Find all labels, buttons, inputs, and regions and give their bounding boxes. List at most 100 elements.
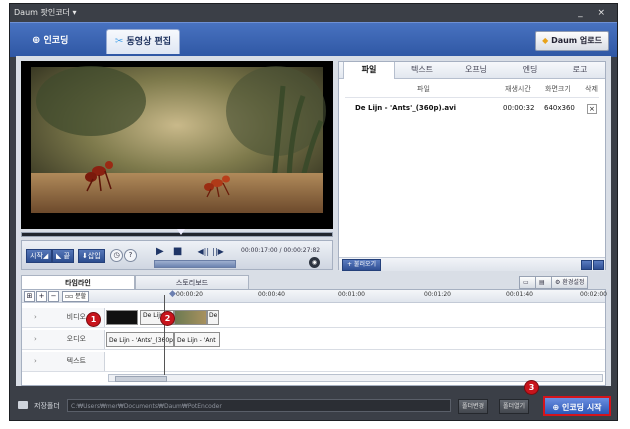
window-title: Daum 팟인코더 ▾: [14, 8, 77, 17]
status-bar: 저장폴더 C:₩Users₩mer₩Documents₩Daum₩PotEnco…: [10, 392, 617, 420]
seek-bar[interactable]: [21, 229, 333, 237]
col-file: 파일: [417, 85, 430, 93]
step-marker-1: 1: [86, 312, 101, 327]
settings-button[interactable]: ⚙ 환경설정: [551, 276, 589, 289]
tab-ending[interactable]: 엔딩: [505, 62, 555, 78]
tab-opening[interactable]: 오프닝: [451, 62, 501, 78]
audio-track-label[interactable]: › 오디오: [22, 330, 105, 349]
tab-logo[interactable]: 로고: [555, 62, 605, 78]
open-folder-button[interactable]: 폴더열기: [499, 399, 530, 414]
video-preview[interactable]: [21, 61, 333, 229]
ruler-tick: 00:00:40: [258, 291, 285, 298]
clip-name: De: [209, 312, 218, 319]
gear-icon: ⚙: [555, 279, 561, 286]
preview-frame: [21, 61, 333, 229]
col-size: 화면크기: [545, 85, 571, 93]
time-display: 00:00:17:00 / 00:00:27:82: [241, 247, 320, 254]
save-path-field[interactable]: C:₩Users₩mer₩Documents₩Daum₩PotEncoder: [67, 399, 451, 412]
text-track-label[interactable]: › 텍스트: [22, 352, 105, 371]
file-list-header: 파일 재생시간 화면크기 삭제: [345, 84, 599, 98]
stop-icon[interactable]: ■: [173, 246, 182, 257]
upload-icon: ◆: [542, 36, 549, 45]
expand-icon: ›: [34, 335, 37, 343]
file-duration: 00:00:32: [503, 104, 535, 112]
set-start-button[interactable]: 시작◢: [26, 249, 53, 263]
volume-icon[interactable]: ◉: [309, 257, 320, 268]
tab-video-edit[interactable]: ✂ 동영상 편집: [106, 29, 181, 54]
step-marker-2: 2: [160, 311, 175, 326]
delete-icon[interactable]: ×: [587, 104, 597, 114]
zoom-out-icon[interactable]: −: [48, 291, 59, 302]
editor-area: 시작◢ ◣ 끝 ⬇삽입 ◷ ? ▶ ■ ◀|| ||▶ 00:00:17:00 …: [16, 56, 611, 386]
window-controls[interactable]: _ ×: [578, 4, 611, 22]
player-controls: 시작◢ ◣ 끝 ⬇삽입 ◷ ? ▶ ■ ◀|| ||▶ 00:00:17:00 …: [21, 240, 333, 270]
step-marker-3: 3: [524, 380, 539, 395]
file-size: 640x360: [544, 104, 575, 112]
edit-icon: ✂: [115, 36, 124, 47]
time-current: 00:00:17:00: [241, 247, 278, 254]
clock-icon[interactable]: ◷: [110, 249, 123, 262]
app-window: Daum 팟인코더 ▾ _ × ⊕ 인코딩 ✂ 동영상 편집 ◆ Daum 업로…: [9, 3, 618, 421]
daum-upload-button[interactable]: ◆ Daum 업로드: [535, 31, 609, 51]
track-name: 비디오: [66, 313, 86, 321]
timeline: ⊞ + − ▫▫ 분할 00:00:20 00:00:40 00:01:00 0…: [21, 289, 607, 386]
load-file-button[interactable]: + 불러오기: [342, 259, 382, 271]
fit-icon[interactable]: ⊞: [24, 291, 35, 302]
time-total: 00:00:27:82: [283, 247, 321, 254]
play-icon[interactable]: ▶: [156, 246, 164, 257]
ruler-tick: 00:01:40: [506, 291, 533, 298]
timeline-scroll-thumb[interactable]: [115, 376, 167, 382]
expand-icon: ›: [34, 357, 37, 365]
audio-clip[interactable]: De Lijn - 'Ant: [174, 332, 220, 347]
file-panel: 파일 텍스트 오프닝 엔딩 로고 파일 재생시간 화면크기 삭제 De Lijn…: [338, 61, 606, 271]
zoom-in-icon[interactable]: +: [36, 291, 47, 302]
ruler-tick: 00:00:20: [176, 291, 203, 298]
upload-button-label: Daum 업로드: [551, 36, 602, 45]
folder-icon: [18, 401, 28, 409]
col-delete: 삭제: [585, 85, 598, 93]
seek-thumb[interactable]: [177, 229, 185, 235]
change-folder-button[interactable]: 폴더변경: [458, 399, 489, 414]
text-track: › 텍스트: [22, 352, 605, 372]
video-clip-thumbnail[interactable]: [174, 310, 207, 325]
col-duration: 재생시간: [505, 85, 531, 93]
help-button[interactable]: ?: [124, 249, 137, 262]
encode-start-icon: ⊕: [552, 403, 560, 412]
video-clip[interactable]: De: [207, 310, 219, 325]
video-track: › 비디오 De Lijn De: [22, 308, 605, 328]
encode-icon: ⊕: [32, 35, 41, 46]
ruler-tick: 00:01:00: [338, 291, 365, 298]
start-encoding-button[interactable]: ⊕ 인코딩 시작: [543, 396, 611, 416]
track-name: 텍스트: [66, 357, 86, 365]
tab-timeline[interactable]: 타임라인: [21, 275, 135, 290]
split-button[interactable]: ▫▫ 분할: [62, 291, 90, 302]
video-clip-thumbnail[interactable]: [106, 310, 138, 325]
tab-text[interactable]: 텍스트: [397, 62, 447, 78]
expand-icon: ›: [34, 313, 37, 321]
settings-label: 환경설정: [562, 279, 585, 286]
split-icon: ▫▫: [65, 293, 74, 300]
file-row[interactable]: De Lijn - 'Ants'_(360p).avi 00:00:32 640…: [345, 104, 599, 116]
prev-frame-icon[interactable]: ◀||: [198, 247, 210, 256]
track-name: 오디오: [66, 335, 86, 343]
audio-track: › 오디오 De Lijn - 'Ants'_(360p De Lijn - '…: [22, 330, 605, 350]
tab-file[interactable]: 파일: [343, 62, 395, 79]
timeline-tabs: 타임라인 스토리보드 ▭ ▤ ⚙ 환경설정: [21, 275, 606, 291]
title-bar: Daum 팟인코더 ▾ _ ×: [10, 4, 617, 22]
list-view-icon[interactable]: [593, 260, 604, 270]
set-end-button[interactable]: ◣ 끝: [52, 249, 75, 263]
file-panel-footer: + 불러오기: [339, 257, 605, 271]
next-frame-icon[interactable]: ||▶: [212, 247, 224, 256]
tab-encoding-label: 인코딩: [43, 36, 69, 46]
tab-encoding[interactable]: ⊕ 인코딩: [24, 29, 76, 53]
position-slider[interactable]: [154, 260, 236, 268]
grid-view-icon[interactable]: [581, 260, 592, 270]
tab-video-edit-label: 동영상 편집: [126, 37, 172, 47]
insert-button[interactable]: ⬇삽입: [78, 249, 105, 263]
start-encoding-label: 인코딩 시작: [561, 403, 602, 412]
playhead-line: [164, 295, 165, 375]
timeline-ruler: ⊞ + − ▫▫ 분할 00:00:20 00:00:40 00:01:00 0…: [22, 289, 607, 303]
save-folder-label: 저장폴더: [34, 402, 60, 410]
playhead-marker-icon[interactable]: ◆: [169, 289, 176, 299]
split-label: 분할: [75, 293, 87, 300]
